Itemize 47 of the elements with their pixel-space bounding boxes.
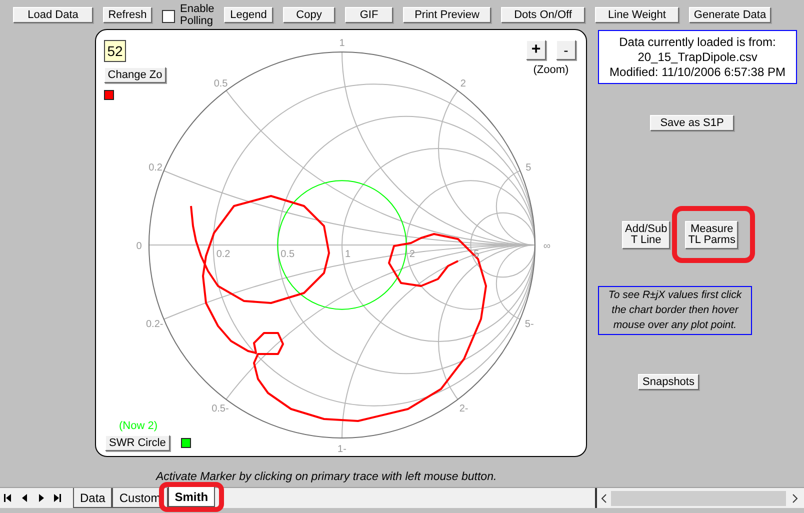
toolbar-button[interactable]: Legend [224,7,273,23]
zoom-in-button[interactable]: + [526,40,546,60]
swr-note: (Now 2) [119,418,158,434]
axis-label: 0.5- [212,403,229,414]
toolbar-button[interactable]: Line Weight [595,7,679,23]
scrollbar-thumb[interactable] [611,490,786,506]
toolbar-button[interactable]: Refresh [103,7,152,23]
toolbar-button[interactable]: Print Preview [403,7,491,23]
axis-label: 0 [136,241,142,252]
zoom-out-button[interactable]: - [556,40,576,60]
trace-color-swatch [104,90,114,100]
zoom-label: (Zoom) [533,63,569,78]
axis-label: ∞ [543,241,551,252]
toolbar-button[interactable]: Load Data [13,7,93,23]
axis-label: 2- [459,403,468,414]
change-zo-button[interactable]: Change Zo [104,67,166,83]
info-text: Data currently loaded is from: [619,34,776,50]
zo-value: 52 [104,40,126,62]
swr-circle-button[interactable]: SWR Circle [105,435,170,451]
checkbox-label: Enable Polling [180,3,214,27]
snapshots-button[interactable]: Snapshots [638,374,699,390]
info-text: 20_15_TrapDipole.csv [638,50,758,64]
axis-label: 0.2 [148,162,162,174]
polling-checkbox[interactable] [162,10,175,22]
axis-label: 1- [338,444,346,455]
save-s1p-button[interactable]: Save as S1P [650,115,734,131]
info-text: Modified: 11/10/2006 6:57:38 PM [610,64,786,80]
axis-label: 2 [460,78,466,90]
toolbar-button[interactable]: Dots On/Off [501,7,585,23]
axis-label: 0.5 [280,249,295,260]
tool-button[interactable]: Add/Sub T Line [622,221,670,249]
axis-label: 5- [524,319,534,330]
status-text: Activate Marker by clicking on primary trace with left mouse button. [156,470,498,484]
sheet-tab[interactable]: Data [73,488,112,508]
toolbar-button[interactable]: GIF [345,7,393,23]
axis-label: 1 [339,38,345,49]
axis-label: 1 [345,249,351,260]
axis-label: 0.2 [216,249,230,260]
toolbar-button[interactable]: Generate Data [689,7,771,23]
toolbar-button[interactable]: Copy [283,7,335,23]
tool-button[interactable]: Measure TL Parms [685,221,738,249]
hint-text: To see R±jX values first click the chart border then hover mouse over any plot point. [598,286,752,335]
axis-label: 5 [526,162,532,174]
axis-label: 0.5 [214,78,228,90]
axis-label: 0.2- [146,319,164,330]
swr-color-swatch [180,438,191,448]
sheet-tab[interactable]: Smith [168,487,216,507]
